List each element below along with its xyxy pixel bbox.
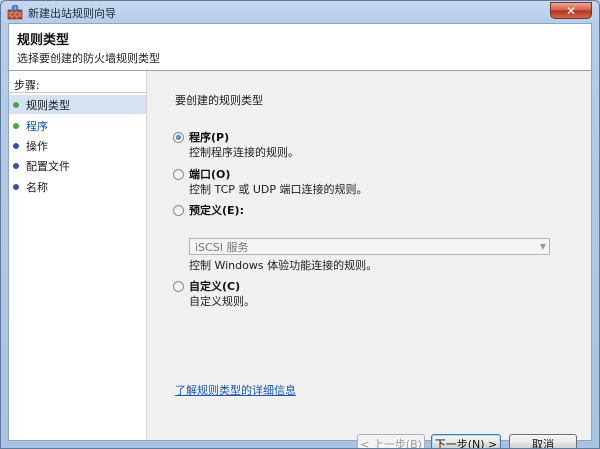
option-predefined-description: 控制 Windows 体验功能连接的规则。 <box>189 259 378 272</box>
step-label: 名称 <box>26 180 48 194</box>
predefined-select[interactable]: iSCSI 服务 ▼ <box>189 238 550 255</box>
next-button[interactable]: 下一步(N) > <box>431 434 501 448</box>
step-bullet-icon <box>13 142 19 149</box>
close-icon: ✕ <box>565 3 577 18</box>
steps-divider <box>9 92 146 93</box>
wizard-window: 新建出站规则向导 ✕ 规则类型 选择要创建的防火墙规则类型 步骤: 规则类型 程… <box>0 0 600 449</box>
steps-sidebar: 步骤: 规则类型 程序 操作 配置文件 名称 <box>9 71 147 440</box>
radio-predefined[interactable] <box>173 204 184 216</box>
predefined-select-value: iSCSI 服务 <box>195 240 249 254</box>
title-bar[interactable]: 新建出站规则向导 ✕ <box>1 1 599 23</box>
step-item-action: 操作 <box>9 136 146 155</box>
option-predefined-label[interactable]: 预定义(E): <box>189 202 244 218</box>
step-bullet-icon <box>13 162 19 169</box>
firewall-wall-icon <box>7 4 23 20</box>
step-label: 配置文件 <box>26 159 70 173</box>
wizard-client-area: 规则类型 选择要创建的防火墙规则类型 步骤: 规则类型 程序 操作 配置文件 名… <box>8 23 592 448</box>
chevron-down-icon[interactable]: ▼ <box>537 242 549 251</box>
rule-types-help-link[interactable]: 了解规则类型的详细信息 <box>175 382 296 398</box>
option-custom-label[interactable]: 自定义(C) <box>189 278 240 294</box>
cancel-button[interactable]: 取消 <box>509 434 577 448</box>
option-program[interactable]: 程序(P) <box>173 129 229 145</box>
page-title: 规则类型 <box>17 33 70 48</box>
option-custom[interactable]: 自定义(C) <box>173 278 240 294</box>
option-port-label[interactable]: 端口(O) <box>189 166 230 182</box>
window-title: 新建出站规则向导 <box>28 7 116 20</box>
back-button[interactable]: < 上一步(B) <box>357 434 425 448</box>
radio-program[interactable] <box>173 131 184 143</box>
wizard-header: 规则类型 选择要创建的防火墙规则类型 <box>9 24 591 71</box>
radio-custom[interactable] <box>173 280 184 292</box>
option-port[interactable]: 端口(O) <box>173 166 230 182</box>
step-label: 规则类型 <box>26 98 70 112</box>
option-custom-description: 自定义规则。 <box>189 295 255 308</box>
option-program-label[interactable]: 程序(P) <box>189 129 229 145</box>
rule-type-prompt: 要创建的规则类型 <box>175 94 263 107</box>
step-bullet-icon <box>13 183 19 190</box>
step-bullet-icon <box>13 101 19 108</box>
step-label: 程序 <box>26 119 48 133</box>
option-port-description: 控制 TCP 或 UDP 端口连接的规则。 <box>189 183 368 196</box>
radio-port[interactable] <box>173 168 184 180</box>
step-label: 操作 <box>26 139 48 153</box>
step-item-name: 名称 <box>9 177 146 196</box>
option-predefined[interactable]: 预定义(E): <box>173 202 244 218</box>
step-bullet-icon <box>13 122 19 129</box>
steps-heading: 步骤: <box>14 79 40 92</box>
step-item-rule-type: 规则类型 <box>9 95 146 114</box>
option-program-description: 控制程序连接的规则。 <box>189 146 299 159</box>
step-item-program: 程序 <box>9 116 146 135</box>
close-button[interactable]: ✕ <box>550 2 592 19</box>
step-item-profile: 配置文件 <box>9 156 146 175</box>
page-subtitle: 选择要创建的防火墙规则类型 <box>17 52 160 65</box>
wizard-main-panel: 要创建的规则类型 程序(P) 控制程序连接的规则。 端口(O) 控制 TCP 或… <box>147 71 591 448</box>
